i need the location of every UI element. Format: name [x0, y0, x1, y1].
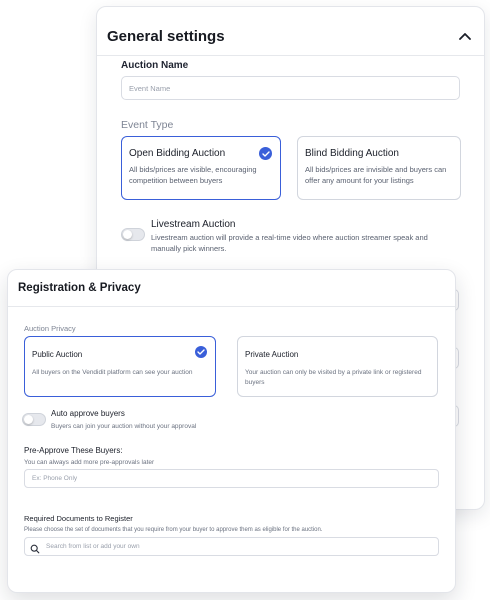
blind-bidding-option[interactable]: Blind Bidding Auction All bids/prices ar… — [297, 136, 461, 200]
livestream-toggle[interactable] — [121, 228, 145, 241]
required-documents-title: Required Documents to Register — [24, 514, 133, 523]
documents-search-input[interactable] — [24, 537, 439, 556]
private-auction-desc: Your auction can only be visited by a pr… — [245, 369, 422, 386]
chevron-up-icon[interactable] — [458, 29, 472, 43]
private-auction-option[interactable]: Private Auction Your auction can only be… — [237, 336, 438, 397]
general-settings-title: General settings — [107, 27, 225, 45]
check-circle-icon — [259, 147, 272, 160]
livestream-desc: Livestream auction will provide a real-t… — [151, 233, 428, 253]
public-auction-title: Public Auction — [32, 350, 83, 359]
auto-approve-desc: Buyers can join your auction without you… — [51, 423, 197, 430]
open-bidding-desc: All bids/prices are visible, encouraging… — [129, 165, 257, 185]
livestream-title: Livestream Auction — [151, 219, 236, 230]
blind-bidding-title: Blind Bidding Auction — [305, 148, 399, 159]
open-bidding-option[interactable]: Open Bidding Auction All bids/prices are… — [121, 136, 281, 200]
toggle-knob — [123, 230, 132, 239]
auction-privacy-label: Auction Privacy — [24, 324, 76, 333]
public-auction-option[interactable]: Public Auction All buyers on the Vendidi… — [24, 336, 216, 397]
search-icon — [30, 541, 40, 554]
toggle-knob — [24, 415, 33, 424]
preapprove-title: Pre-Approve These Buyers: — [24, 446, 123, 455]
divider — [8, 306, 455, 307]
auto-approve-toggle[interactable] — [22, 413, 46, 426]
registration-privacy-panel: Registration & Privacy Auction Privacy P… — [7, 269, 456, 593]
auction-name-input[interactable] — [121, 76, 460, 100]
private-auction-title: Private Auction — [245, 350, 299, 359]
divider — [97, 55, 484, 56]
public-auction-desc: All buyers on the Vendidit platform can … — [32, 369, 193, 376]
auction-name-label: Auction Name — [121, 60, 189, 71]
event-type-label: Event Type — [121, 119, 174, 131]
general-settings-header[interactable]: General settings — [107, 19, 472, 53]
required-documents-desc: Please choose the set of documents that … — [24, 527, 323, 533]
preapprove-input[interactable] — [24, 469, 439, 488]
documents-search — [24, 537, 439, 556]
preapprove-desc: You can always add more pre-approvals la… — [24, 459, 155, 466]
registration-privacy-title: Registration & Privacy — [18, 282, 141, 294]
blind-bidding-desc: All bids/prices are invisible and buyers… — [305, 165, 447, 185]
open-bidding-title: Open Bidding Auction — [129, 148, 226, 159]
auto-approve-title: Auto approve buyers — [51, 409, 125, 418]
check-circle-icon — [195, 346, 207, 358]
